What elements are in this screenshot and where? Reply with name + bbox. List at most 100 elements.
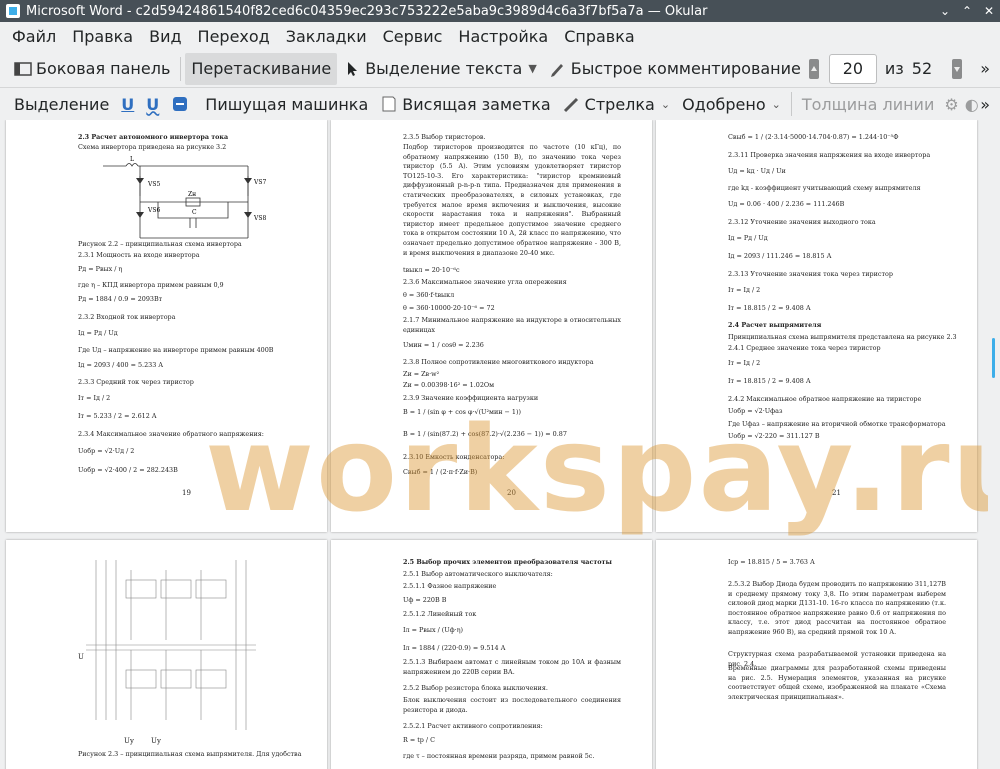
highlight-tool[interactable]: Выделение	[8, 88, 115, 120]
section-heading: 2.3 Расчет автономного инвертора тока	[78, 133, 229, 141]
inductor-label: L	[130, 156, 134, 163]
document-viewport[interactable]: 2.3 Расчет автономного инвертора тока Сх…	[0, 120, 988, 769]
line-width-control[interactable]: Толщина линии	[796, 88, 941, 120]
note-tool[interactable]: Висящая заметка	[374, 88, 556, 120]
formula: Iл = 1884 / (220·0.9) = 9.514 А	[403, 644, 506, 652]
toolbar-separator	[180, 56, 182, 81]
text-select-button[interactable]: Выделение текста ▼	[337, 53, 543, 85]
underline-tool[interactable]: U	[115, 88, 140, 120]
text-line: 2.5.2.1 Расчет активного сопротивления:	[403, 722, 543, 730]
window-title: Microsoft Word - c2d59424861540f82ced6c0…	[26, 3, 708, 19]
section-heading: 2.4 Расчет выпрямителя	[728, 321, 822, 329]
strikeout-tool[interactable]	[165, 88, 199, 120]
page-number: 20	[507, 489, 516, 497]
squiggly-tool[interactable]: U	[140, 88, 165, 120]
text-line: 2.3.6 Максимальное значение угла опереже…	[403, 278, 567, 286]
text-select-label: Выделение текста	[365, 59, 523, 78]
menu-bookmarks[interactable]: Закладки	[278, 27, 375, 46]
capacitor-label: C	[192, 209, 197, 216]
note-tool-label: Висящая заметка	[402, 94, 551, 114]
paragraph: Временные диаграммы для разработанной сх…	[728, 664, 946, 701]
formula: Uобр = √2·400 / 2 = 282.243В	[78, 466, 178, 474]
formula: B = 1 / (sin(87.2) + cos(87.2)·√(2.236 −…	[403, 430, 567, 438]
page-number: 19	[182, 489, 191, 497]
maximize-icon[interactable]: ⌃	[956, 4, 978, 18]
paragraph: Блок выключения состоит из последователь…	[403, 696, 621, 714]
text-line: 2.3.1 Мощность на входе инвертора	[78, 251, 200, 259]
pen-icon	[550, 63, 563, 77]
text-line: 2.5.1 Выбор автоматического выключателя:	[403, 570, 553, 578]
next-page-button[interactable]	[950, 53, 964, 85]
formula: B = 1 / (sin φ + cos φ·√(U²мин − 1))	[403, 408, 521, 416]
figure-caption: Рисунок 2.3 – принципиальная схема выпря…	[78, 750, 302, 758]
toolbar-separator	[790, 92, 792, 116]
vertical-scrollbar[interactable]	[988, 120, 1000, 769]
paragraph: 2.5.1.3 Выбираем автомат с линейным токо…	[403, 658, 621, 676]
close-icon[interactable]: ✕	[978, 4, 1000, 18]
thyristor-label: VS6	[147, 207, 160, 214]
strikeout-icon	[173, 97, 188, 111]
stamp-tool[interactable]: Одобрено ⌄	[676, 88, 787, 120]
color-icon[interactable]: ⚙	[944, 95, 958, 114]
quick-comment-button[interactable]: Быстрое комментирование	[543, 53, 807, 85]
text-line: 2.3.10 Емкость конденсатора:	[403, 453, 505, 461]
paragraph: 2.1.7 Минимальное напряжение на индуктор…	[403, 316, 621, 334]
menu-view[interactable]: Вид	[141, 27, 189, 46]
formula: tвыкл = 20·10⁻⁶с	[403, 266, 460, 274]
menu-go[interactable]: Переход	[190, 27, 278, 46]
sidebar-icon	[14, 61, 32, 76]
page-number-input[interactable]: 20	[828, 53, 877, 84]
typewriter-tool[interactable]: Пишущая машинка	[199, 88, 374, 120]
okular-app-icon	[6, 4, 20, 18]
menubar: Файл Правка Вид Переход Закладки Сервис …	[0, 22, 1000, 50]
menu-help[interactable]: Справка	[556, 27, 643, 46]
chevron-down-icon[interactable]: ⌄	[661, 98, 670, 111]
paragraph: Подбор тиристоров производится по частот…	[403, 143, 621, 257]
text-line: Где Uфаз – напряжение на вторичной обмот…	[728, 420, 946, 428]
minimize-icon[interactable]: ⌄	[934, 4, 956, 18]
text-line: Принципиальная схема выпрямителя предста…	[728, 333, 957, 341]
text-line: 2.3.11 Проверка значения напряжения на в…	[728, 151, 931, 159]
page-21: Cвыб = 1 / (2·3.14·5000·14.704·0.87) = 1…	[656, 120, 977, 532]
formula: Cвыб = 1 / (2·3.14·5000·14.704·0.87) = 1…	[728, 133, 899, 141]
formula: Pд = 1884 / 0.9 = 2093Вт	[78, 295, 163, 303]
main-toolbar: Боковая панель Перетаскивание Выделение …	[0, 50, 1000, 88]
inverter-schematic: L VS5 VS7 Zн VS6 C VS8	[103, 156, 266, 239]
text-line: 2.5.1.2 Линейный ток	[403, 610, 477, 618]
formula: Iд = 2093 / 111.246 = 18.815 А	[728, 252, 832, 260]
menu-edit[interactable]: Правка	[64, 27, 141, 46]
formula: Iт = 18.815 / 2 = 9.408 А	[728, 304, 811, 312]
sidebar-button[interactable]: Боковая панель	[8, 53, 176, 85]
figure-caption: Рисунок 2.2 – принципиальная схема инвер…	[78, 240, 242, 248]
menu-file[interactable]: Файл	[4, 27, 64, 46]
formula: Iд = Pд / Uд	[728, 234, 768, 242]
drag-tool-button[interactable]: Перетаскивание	[185, 52, 338, 85]
text-line: 2.3.2 Входной ток инвертора	[78, 313, 176, 321]
underline-icon: U	[121, 94, 135, 114]
annotation-toolbar: Выделение U U Пишущая машинка Висящая за…	[0, 88, 1000, 120]
formula: Iт = Iд / 2	[728, 286, 761, 294]
formula: Uд = 0.06 · 400 / 2.236 = 111.246В	[728, 200, 845, 208]
text-line: где τ – постоянная времени разряда, прим…	[403, 752, 595, 760]
chevron-down-icon[interactable]: ⌄	[772, 98, 781, 111]
toolbar-overflow-icon[interactable]: »	[980, 59, 990, 78]
text-line: 2.3.12 Уточнение значения выходного тока	[728, 218, 876, 226]
arrow-tool-label: Стрелка	[584, 94, 655, 114]
arrow-up-icon	[808, 58, 819, 79]
toolbar-overflow-icon[interactable]: »	[980, 95, 990, 114]
scrollbar-thumb[interactable]	[992, 338, 995, 378]
arrow-tool[interactable]: Стрелка ⌄	[557, 88, 676, 120]
text-line: где kд - коэффициент учитывающий схему в…	[728, 184, 921, 192]
menu-settings[interactable]: Настройка	[450, 27, 556, 46]
drag-tool-label: Перетаскивание	[191, 59, 332, 78]
text-line: 2.3.13 Уточнение значения тока через тир…	[728, 270, 893, 278]
text-line: 2.3.8 Полное сопротивление многовитковог…	[403, 358, 594, 366]
formula: Uобр = √2·Uфаз	[728, 407, 783, 415]
menu-tools[interactable]: Сервис	[375, 27, 451, 46]
prev-page-button[interactable]	[807, 53, 821, 85]
section-heading: 2.5 Выбор прочих элементов преобразовате…	[403, 558, 612, 566]
cursor-icon	[348, 61, 358, 76]
chevron-down-icon[interactable]: ▼	[528, 62, 536, 75]
formula: Uф = 220В В	[403, 596, 447, 604]
opacity-icon[interactable]: ◐	[965, 95, 979, 114]
